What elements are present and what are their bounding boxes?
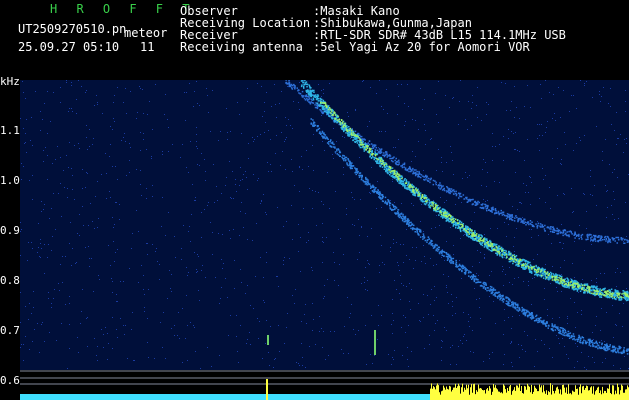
y-tick-label: 0.6 <box>0 374 20 387</box>
spectrogram-plot <box>20 80 629 370</box>
y-tick-label: 0.8 <box>0 274 20 287</box>
datetime-text: 25.09.27 05:10 <box>18 40 120 54</box>
power-level-cyan <box>20 394 430 400</box>
filename-text: UT2509270510.pn <box>18 22 127 36</box>
antenna-label: Receiving antenna <box>180 40 303 54</box>
header-panel: H R O F F T UT2509270510.pn meteor 25.09… <box>0 0 629 80</box>
y-tick-label: 1.0 <box>0 174 20 187</box>
count-text: 11 <box>140 40 155 54</box>
app-title: H R O F F T <box>50 2 196 16</box>
meteor-trace-main-core <box>320 101 629 299</box>
power-spike <box>266 379 268 400</box>
y-unit-label: kHz <box>0 75 20 88</box>
antenna-value: :5el Yagi Az 20 for Aomori VOR <box>313 40 530 54</box>
power-level-yellow <box>430 383 629 400</box>
power-strip <box>20 370 629 400</box>
y-tick-label: 0.7 <box>0 324 20 337</box>
y-tick-label: 0.9 <box>0 224 20 237</box>
spectrogram-canvas <box>20 80 629 370</box>
signal-blip <box>267 335 269 345</box>
signal-blip <box>374 330 376 355</box>
y-tick-label: 1.1 <box>0 124 20 137</box>
tag-text: meteor <box>124 26 168 40</box>
power-strip-canvas <box>20 370 629 400</box>
